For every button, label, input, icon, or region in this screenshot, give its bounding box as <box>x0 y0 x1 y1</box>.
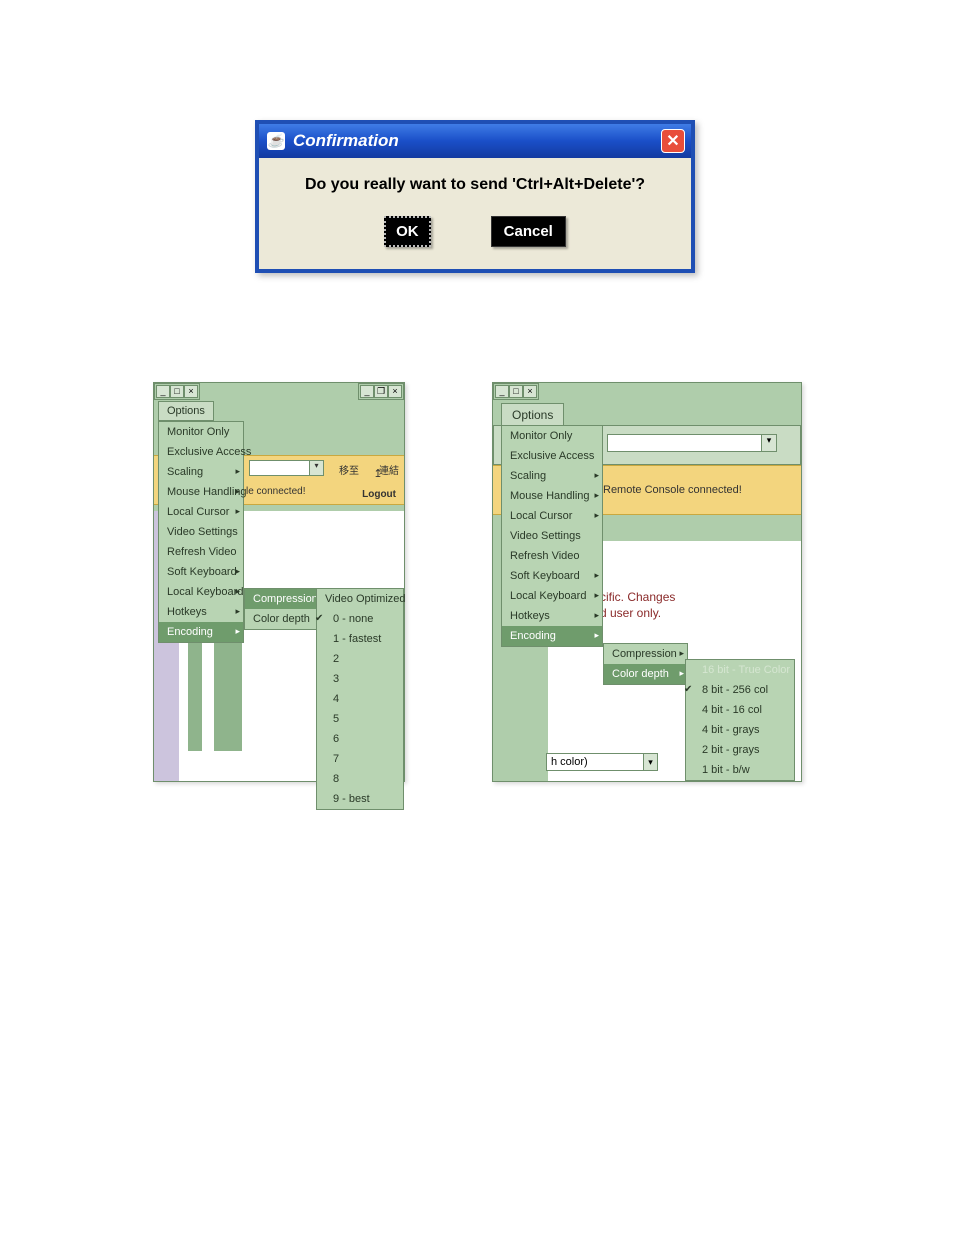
status-connected: Remote Console connected! <box>603 484 742 496</box>
options-menu: Monitor Only Exclusive Access Scaling Mo… <box>501 425 603 647</box>
menu-local-keyboard[interactable]: Local Keyboard <box>502 586 602 606</box>
cd-4bit-16[interactable]: 4 bit - 16 col <box>686 700 794 720</box>
dialog-titlebar[interactable]: ☕ Confirmation ✕ <box>259 124 691 158</box>
colordepth-submenu: 16 bit - True Color ✔8 bit - 256 col 4 b… <box>685 659 795 781</box>
menu-encoding[interactable]: Encoding <box>159 622 243 642</box>
options-menu: Monitor Only Exclusive Access Scaling Mo… <box>158 421 244 643</box>
menu-scaling[interactable]: Scaling <box>159 462 243 482</box>
logout-icon[interactable]: ↥ <box>370 466 386 480</box>
menu-exclusive-access[interactable]: Exclusive Access <box>502 446 602 466</box>
address-dropdown[interactable]: ▾ <box>249 460 324 476</box>
options-panel-compression: _ □ × _ ❐ × Options ▾ 移至 連結 le connected… <box>153 382 405 782</box>
encoding-submenu: Compression Color depth <box>603 643 688 685</box>
cd-4bit-gray[interactable]: 4 bit - grays <box>686 720 794 740</box>
menu-local-keyboard[interactable]: Local Keyboard <box>159 582 243 602</box>
window-controls-left: _ □ × <box>154 383 200 400</box>
menu-encoding[interactable]: Encoding <box>502 626 602 646</box>
menu-video-settings[interactable]: Video Settings <box>159 522 243 542</box>
dialog-button-row: OK Cancel <box>384 216 566 247</box>
menu-hotkeys[interactable]: Hotkeys <box>502 606 602 626</box>
close-icon[interactable]: × <box>523 385 537 398</box>
menu-soft-keyboard[interactable]: Soft Keyboard <box>502 566 602 586</box>
toolbar-go-label[interactable]: 移至 <box>339 462 359 477</box>
logout-link[interactable]: Logout <box>362 489 396 500</box>
compression-5[interactable]: 5 <box>317 709 403 729</box>
restore-icon[interactable]: ❐ <box>374 385 388 398</box>
menu-exclusive-access[interactable]: Exclusive Access <box>159 442 243 462</box>
menu-monitor-only[interactable]: Monitor Only <box>502 426 602 446</box>
minimize-icon[interactable]: _ <box>360 385 374 398</box>
menu-compression[interactable]: Compression <box>604 644 687 664</box>
close-icon[interactable]: × <box>388 385 402 398</box>
chevron-down-icon[interactable]: ▾ <box>761 435 776 451</box>
compression-7[interactable]: 7 <box>317 749 403 769</box>
check-icon: ✔ <box>684 684 692 695</box>
options-button[interactable]: Options <box>158 401 214 421</box>
menu-mouse-handling[interactable]: Mouse Handling <box>502 486 602 506</box>
chevron-down-icon[interactable]: ▾ <box>643 754 657 770</box>
compression-1[interactable]: 1 - fastest <box>317 629 403 649</box>
window-controls: _ □ × <box>493 383 539 400</box>
compression-header[interactable]: Video Optimized <box>317 589 403 609</box>
confirmation-dialog: ☕ Confirmation ✕ Do you really want to s… <box>255 120 695 273</box>
menu-mouse-handling[interactable]: Mouse Handling <box>159 482 243 502</box>
menu-local-cursor[interactable]: Local Cursor <box>159 502 243 522</box>
cd-16bit: 16 bit - True Color <box>686 660 794 680</box>
menu-video-settings[interactable]: Video Settings <box>502 526 602 546</box>
maximize-icon[interactable]: □ <box>170 385 184 398</box>
chevron-down-icon[interactable]: ▾ <box>309 461 323 475</box>
menu-scaling[interactable]: Scaling <box>502 466 602 486</box>
minimize-icon[interactable]: _ <box>156 385 170 398</box>
menu-refresh-video[interactable]: Refresh Video <box>502 546 602 566</box>
compression-8[interactable]: 8 <box>317 769 403 789</box>
menu-monitor-only[interactable]: Monitor Only <box>159 422 243 442</box>
address-dropdown[interactable]: ▾ <box>607 434 777 452</box>
compression-2[interactable]: 2 <box>317 649 403 669</box>
compression-9[interactable]: 9 - best <box>317 789 403 809</box>
cd-2bit-gray[interactable]: 2 bit - grays <box>686 740 794 760</box>
warning-note: cific. Changes d user only. <box>600 589 675 621</box>
compression-0[interactable]: ✔0 - none <box>317 609 403 629</box>
options-button[interactable]: Options <box>501 403 564 427</box>
status-connected: le connected! <box>246 486 306 497</box>
cd-8bit[interactable]: ✔8 bit - 256 col <box>686 680 794 700</box>
menu-refresh-video[interactable]: Refresh Video <box>159 542 243 562</box>
dialog-title-wrap: ☕ Confirmation <box>267 131 399 151</box>
cancel-button[interactable]: Cancel <box>491 216 566 247</box>
minimize-icon[interactable]: _ <box>495 385 509 398</box>
compression-3[interactable]: 3 <box>317 669 403 689</box>
window-controls-right: _ ❐ × <box>358 383 404 400</box>
dialog-body: Do you really want to send 'Ctrl+Alt+Del… <box>259 158 691 269</box>
options-panel-colordepth: _ □ × Options ▾ Remote Console connected… <box>492 382 802 782</box>
check-icon: ✔ <box>315 613 323 624</box>
compression-submenu: Video Optimized ✔0 - none 1 - fastest 2 … <box>316 588 404 810</box>
menu-local-cursor[interactable]: Local Cursor <box>502 506 602 526</box>
compression-4[interactable]: 4 <box>317 689 403 709</box>
menu-color-depth[interactable]: Color depth <box>604 664 687 684</box>
dialog-message: Do you really want to send 'Ctrl+Alt+Del… <box>305 176 645 194</box>
menu-hotkeys[interactable]: Hotkeys <box>159 602 243 622</box>
compression-6[interactable]: 6 <box>317 729 403 749</box>
dialog-title: Confirmation <box>293 131 399 151</box>
close-icon[interactable]: ✕ <box>661 129 685 153</box>
menu-soft-keyboard[interactable]: Soft Keyboard <box>159 562 243 582</box>
maximize-icon[interactable]: □ <box>509 385 523 398</box>
color-select[interactable]: h color) ▾ <box>546 753 658 771</box>
cd-1bit-bw[interactable]: 1 bit - b/w <box>686 760 794 780</box>
close-icon[interactable]: × <box>184 385 198 398</box>
java-icon: ☕ <box>267 132 285 150</box>
ok-button[interactable]: OK <box>384 216 431 247</box>
